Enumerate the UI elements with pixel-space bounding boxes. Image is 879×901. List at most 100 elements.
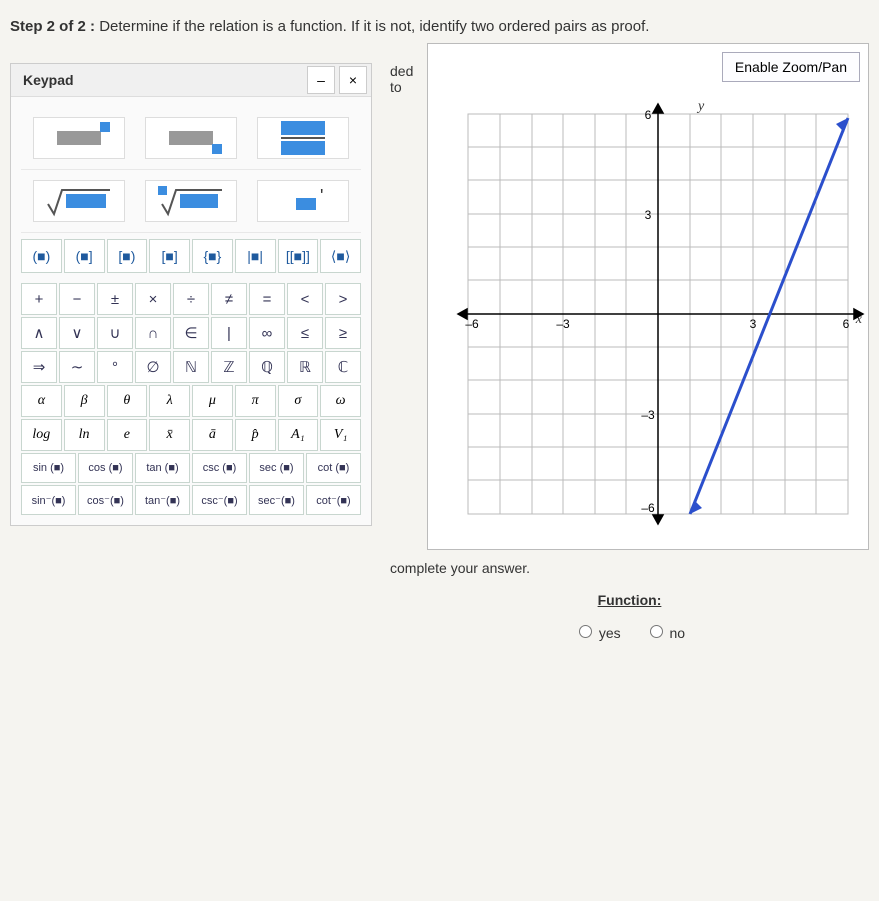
brkt-paren-button[interactable]: [■): [107, 239, 148, 273]
times-button[interactable]: ×: [135, 283, 171, 315]
eq-button[interactable]: =: [249, 283, 285, 315]
tick-neg3y: –3: [641, 408, 655, 422]
sin-button[interactable]: sin (■): [21, 453, 76, 483]
enable-zoom-pan-button[interactable]: Enable Zoom/Pan: [722, 52, 860, 82]
bracket-button[interactable]: [■]: [149, 239, 190, 273]
sqrt-template[interactable]: [33, 180, 125, 222]
gt-button[interactable]: >: [325, 283, 361, 315]
tick-neg3x: –3: [556, 317, 570, 331]
graph-plot[interactable]: –6 –3 3 6 6 3 –3 –6: [448, 94, 868, 534]
paren-button[interactable]: (■): [21, 239, 62, 273]
naturals-button[interactable]: ℕ: [173, 351, 209, 383]
step-number: Step 2 of 2 :: [10, 18, 95, 35]
template-row-2: ': [21, 170, 361, 233]
omega-button[interactable]: ω: [320, 385, 361, 417]
sec-button[interactable]: sec (■): [249, 453, 304, 483]
cos-button[interactable]: cos (■): [78, 453, 133, 483]
pi-button[interactable]: π: [235, 385, 276, 417]
abs-button[interactable]: |■|: [235, 239, 276, 273]
prime-template[interactable]: ': [257, 180, 349, 222]
and-button[interactable]: ∧: [21, 317, 57, 349]
rationals-button[interactable]: ℚ: [249, 351, 285, 383]
function-label: Function:: [390, 592, 869, 608]
prime-icon: ': [268, 184, 338, 218]
abar-button[interactable]: ā: [192, 419, 233, 451]
leq-button[interactable]: ≤: [287, 317, 323, 349]
pipe-button[interactable]: |: [211, 317, 247, 349]
keypad-panel: Keypad – × ' (■) (■] [■) [■] {■} |■|: [10, 63, 372, 526]
tilde-button[interactable]: ∼: [59, 351, 95, 383]
infinity-button[interactable]: ∞: [249, 317, 285, 349]
union-button[interactable]: ∪: [97, 317, 133, 349]
bracket-row: (■) (■] [■) [■] {■} |■| [[■]] ⟨■⟩: [21, 233, 361, 279]
xbar-button[interactable]: x̄: [149, 419, 190, 451]
asec-button[interactable]: sec⁻(■): [249, 485, 304, 515]
svg-text:': ': [320, 186, 323, 206]
lambda-button[interactable]: λ: [149, 385, 190, 417]
asin-button[interactable]: sin⁻(■): [21, 485, 76, 515]
reals-button[interactable]: ℝ: [287, 351, 323, 383]
paren-brkt-button[interactable]: (■]: [64, 239, 105, 273]
angle-button[interactable]: ⟨■⟩: [320, 239, 361, 273]
keypad-title: Keypad: [11, 64, 307, 96]
cot-button[interactable]: cot (■): [306, 453, 361, 483]
yes-label: yes: [599, 625, 621, 641]
tick-pos6y: 6: [645, 108, 652, 122]
close-button[interactable]: ×: [339, 66, 367, 94]
tick-pos3y: 3: [645, 208, 652, 222]
minimize-button[interactable]: –: [307, 66, 335, 94]
symbol-grid-1: + − ± × ÷ ≠ = < > ∧ ∨ ∪ ∩ ∈ | ∞ ≤ ≥ ⇒ ∼ …: [21, 283, 361, 383]
acos-button[interactable]: cos⁻(■): [78, 485, 133, 515]
superscript-template[interactable]: [33, 117, 125, 159]
atan-button[interactable]: tan⁻(■): [135, 485, 190, 515]
alpha-button[interactable]: α: [21, 385, 62, 417]
implies-button[interactable]: ⇒: [21, 351, 57, 383]
radio-row: yes no: [390, 622, 869, 641]
keypad-body: ' (■) (■] [■) [■] {■} |■| [[■]] ⟨■⟩ + − …: [11, 97, 371, 525]
yes-option[interactable]: yes: [574, 625, 621, 641]
no-option[interactable]: no: [645, 625, 685, 641]
plus-button[interactable]: +: [21, 283, 57, 315]
phat-button[interactable]: p̂: [235, 419, 276, 451]
acsc-button[interactable]: csc⁻(■): [192, 485, 247, 515]
beta-button[interactable]: β: [64, 385, 105, 417]
nthroot-template[interactable]: [145, 180, 237, 222]
acot-button[interactable]: cot⁻(■): [306, 485, 361, 515]
graph-panel: Enable Zoom/Pan y x –6 –3 3 6 6 3 –3 –6: [427, 43, 869, 550]
lt-button[interactable]: <: [287, 283, 323, 315]
sigma-button[interactable]: σ: [278, 385, 319, 417]
dbracket-button[interactable]: [[■]]: [278, 239, 319, 273]
plusminus-button[interactable]: ±: [97, 283, 133, 315]
tick-neg6x: –6: [465, 317, 479, 331]
subscript-template[interactable]: [145, 117, 237, 159]
complex-button[interactable]: ℂ: [325, 351, 361, 383]
fraction-template[interactable]: [257, 117, 349, 159]
neq-button[interactable]: ≠: [211, 283, 247, 315]
e-button[interactable]: e: [107, 419, 148, 451]
geq-button[interactable]: ≥: [325, 317, 361, 349]
ln-button[interactable]: ln: [64, 419, 105, 451]
theta-button[interactable]: θ: [107, 385, 148, 417]
degree-button[interactable]: °: [97, 351, 133, 383]
mu-button[interactable]: μ: [192, 385, 233, 417]
no-radio[interactable]: [650, 625, 663, 638]
tick-neg6y: –6: [641, 501, 655, 515]
integers-button[interactable]: ℤ: [211, 351, 247, 383]
div-button[interactable]: ÷: [173, 283, 209, 315]
emptyset-button[interactable]: ∅: [135, 351, 171, 383]
vsub-button[interactable]: V₁: [320, 419, 361, 451]
element-button[interactable]: ∈: [173, 317, 209, 349]
asub-button[interactable]: A₁: [278, 419, 319, 451]
minus-button[interactable]: −: [59, 283, 95, 315]
step-header: Step 2 of 2 : Determine if the relation …: [10, 10, 869, 43]
template-row-1: [21, 107, 361, 170]
brace-button[interactable]: {■}: [192, 239, 233, 273]
or-button[interactable]: ∨: [59, 317, 95, 349]
tan-button[interactable]: tan (■): [135, 453, 190, 483]
misc-row: log ln e x̄ ā p̂ A₁ V₁: [21, 419, 361, 451]
intersect-button[interactable]: ∩: [135, 317, 171, 349]
yes-radio[interactable]: [579, 625, 592, 638]
csc-button[interactable]: csc (■): [192, 453, 247, 483]
log-button[interactable]: log: [21, 419, 62, 451]
sqrt-icon: [44, 184, 114, 218]
